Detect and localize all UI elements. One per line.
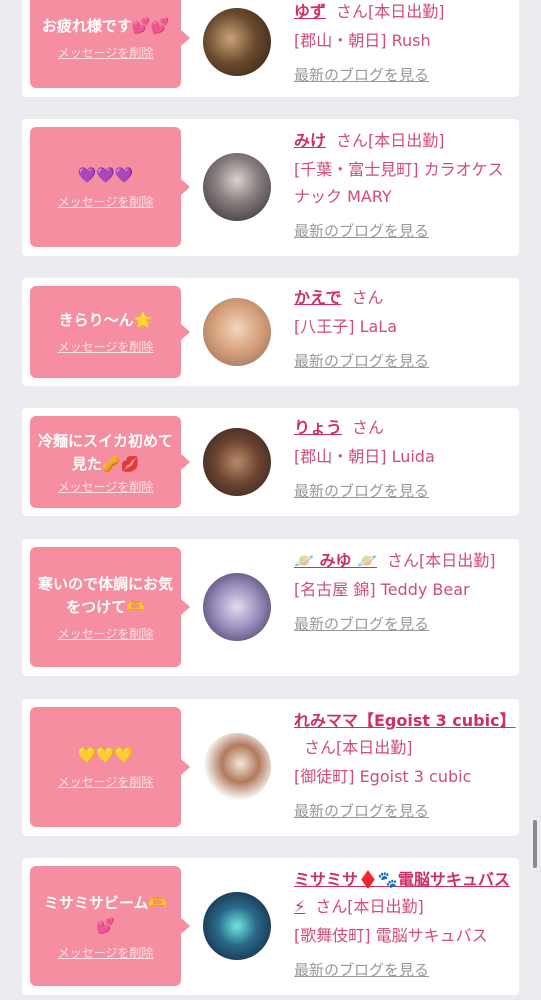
message-card: 💛💛💛 メッセージを削除 れみママ【Egoist 3 cubic】さん[本日出勤… bbox=[22, 699, 519, 836]
sender-name-link[interactable]: れみママ【Egoist 3 cubic】 bbox=[294, 711, 516, 730]
sender-name-link[interactable]: かえで bbox=[294, 288, 342, 307]
avatar[interactable] bbox=[203, 573, 271, 641]
message-card: 冷麺にスイカ初めて見た🥜💋 メッセージを削除 りょう さん [郡山・朝日] Lui… bbox=[22, 408, 519, 516]
avatar[interactable] bbox=[203, 733, 271, 801]
work-status: [本日出勤] bbox=[336, 738, 413, 757]
sender-name-link[interactable]: りょう bbox=[294, 418, 342, 437]
message-text: 寒いので体調にお気をつけて🫶 bbox=[37, 574, 173, 616]
message-text: お疲れ様です💕💕 bbox=[41, 17, 170, 35]
work-status: [本日出勤] bbox=[368, 131, 445, 150]
honorific: さん bbox=[336, 131, 369, 150]
message-text: 💛💛💛 bbox=[77, 746, 134, 764]
scrollbar[interactable] bbox=[533, 820, 537, 868]
delete-message-link[interactable]: メッセージを削除 bbox=[58, 193, 154, 210]
delete-message-link[interactable]: メッセージを削除 bbox=[58, 773, 154, 790]
latest-blog-link[interactable]: 最新のブログを見る bbox=[294, 613, 429, 634]
shop-info: [御徒町] Egoist 3 cubic bbox=[294, 767, 472, 786]
message-bubble: ミサミサビーム🫶💕 メッセージを削除 bbox=[30, 866, 190, 986]
honorific: さん bbox=[336, 2, 369, 21]
message-card: お疲れ様です💕💕 メッセージを削除 ゆず さん[本日出勤] [郡山・朝日] Rus… bbox=[22, 0, 519, 97]
message-bubble: 寒いので体調にお気をつけて🫶 メッセージを削除 bbox=[30, 547, 190, 667]
message-card: 寒いので体調にお気をつけて🫶 メッセージを削除 🪐 みゆ 🪐 さん[本日出勤] [… bbox=[22, 539, 519, 676]
shop-info: [郡山・朝日] Rush bbox=[294, 31, 431, 50]
shop-info: [郡山・朝日] Luida bbox=[294, 447, 435, 466]
avatar[interactable] bbox=[203, 298, 271, 366]
message-text: ミサミサビーム🫶💕 bbox=[43, 893, 168, 935]
delete-message-link[interactable]: メッセージを削除 bbox=[58, 625, 154, 642]
honorific: さん bbox=[351, 288, 384, 307]
work-status: [本日出勤] bbox=[419, 551, 496, 570]
message-card: きらり〜ん🌟 メッセージを削除 かえで さん [八王子] LaLa 最新のブログを… bbox=[22, 278, 519, 386]
shop-info: [歌舞伎町] 電脳サキュバス bbox=[294, 926, 488, 945]
shop-info: [名古屋 錦] Teddy Bear bbox=[294, 580, 470, 599]
latest-blog-link[interactable]: 最新のブログを見る bbox=[294, 480, 429, 501]
honorific: さん bbox=[352, 418, 385, 437]
message-text: きらり〜ん🌟 bbox=[58, 311, 153, 329]
avatar[interactable] bbox=[203, 428, 271, 496]
sender-name-link[interactable]: ゆず bbox=[294, 2, 326, 21]
message-card: 💜💜💜 メッセージを削除 みけ さん[本日出勤] [千葉・富士見町] カラオケスナ… bbox=[22, 119, 519, 256]
message-bubble: きらり〜ん🌟 メッセージを削除 bbox=[30, 286, 190, 378]
avatar[interactable] bbox=[203, 8, 271, 76]
message-card: ミサミサビーム🫶💕 メッセージを削除 ミサミサ♦️🐾電脳サキュバス⚡ さん[本日出… bbox=[22, 858, 519, 995]
honorific: さん bbox=[304, 738, 337, 757]
honorific: さん bbox=[387, 551, 420, 570]
sender-name-link[interactable]: 🪐 みゆ 🪐 bbox=[294, 551, 377, 570]
sender-info: りょう さん [郡山・朝日] Luida 最新のブログを見る bbox=[294, 414, 510, 501]
message-text: 冷麺にスイカ初めて見た🥜💋 bbox=[37, 431, 173, 473]
sender-info: かえで さん [八王子] LaLa 最新のブログを見る bbox=[294, 284, 510, 371]
sender-info: れみママ【Egoist 3 cubic】さん[本日出勤] [御徒町] Egois… bbox=[294, 707, 516, 821]
message-bubble: 💜💜💜 メッセージを削除 bbox=[30, 127, 190, 247]
honorific: さん bbox=[315, 897, 348, 916]
message-text: 💜💜💜 bbox=[77, 166, 134, 184]
delete-message-link[interactable]: メッセージを削除 bbox=[58, 44, 154, 61]
sender-info: ミサミサ♦️🐾電脳サキュバス⚡ さん[本日出勤] [歌舞伎町] 電脳サキュバス 最… bbox=[294, 866, 510, 980]
work-status: [本日出勤] bbox=[347, 897, 424, 916]
latest-blog-link[interactable]: 最新のブログを見る bbox=[294, 220, 429, 241]
sender-name-link[interactable]: みけ bbox=[294, 131, 326, 150]
latest-blog-link[interactable]: 最新のブログを見る bbox=[294, 800, 429, 821]
message-bubble: 💛💛💛 メッセージを削除 bbox=[30, 707, 190, 827]
shop-info: [八王子] LaLa bbox=[294, 317, 398, 336]
delete-message-link[interactable]: メッセージを削除 bbox=[58, 478, 154, 495]
shop-info: [千葉・富士見町] カラオケスナック MARY bbox=[294, 160, 504, 206]
sender-info: ゆず さん[本日出勤] [郡山・朝日] Rush 最新のブログを見る bbox=[294, 0, 510, 85]
sender-info: みけ さん[本日出勤] [千葉・富士見町] カラオケスナック MARY 最新のブロ… bbox=[294, 127, 510, 241]
latest-blog-link[interactable]: 最新のブログを見る bbox=[294, 64, 429, 85]
message-bubble: 冷麺にスイカ初めて見た🥜💋 メッセージを削除 bbox=[30, 416, 190, 508]
sender-info: 🪐 みゆ 🪐 さん[本日出勤] [名古屋 錦] Teddy Bear 最新のブログ… bbox=[294, 547, 510, 634]
delete-message-link[interactable]: メッセージを削除 bbox=[58, 944, 154, 961]
avatar[interactable] bbox=[203, 153, 271, 221]
latest-blog-link[interactable]: 最新のブログを見る bbox=[294, 959, 429, 980]
work-status: [本日出勤] bbox=[368, 2, 445, 21]
message-bubble: お疲れ様です💕💕 メッセージを削除 bbox=[30, 0, 190, 88]
latest-blog-link[interactable]: 最新のブログを見る bbox=[294, 350, 429, 371]
avatar[interactable] bbox=[203, 892, 271, 960]
delete-message-link[interactable]: メッセージを削除 bbox=[58, 338, 154, 355]
